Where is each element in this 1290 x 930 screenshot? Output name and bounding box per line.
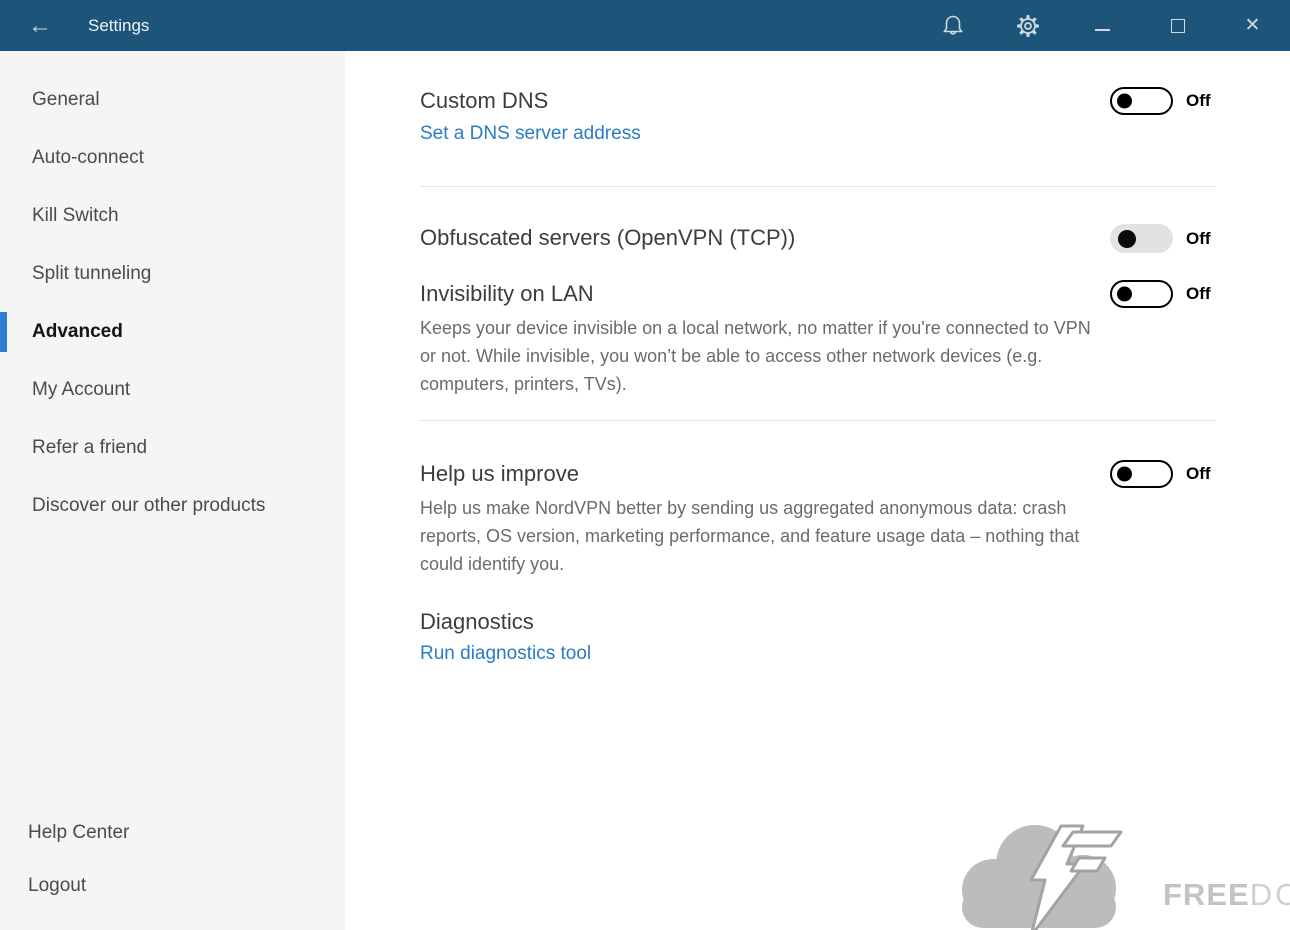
window-title: Settings xyxy=(88,0,915,51)
setting-obfuscated-servers: Obfuscated servers (OpenVPN (TCP)) Off xyxy=(420,223,1216,253)
setting-invisibility-lan: Invisibility on LAN Keeps your device in… xyxy=(420,279,1216,398)
close-icon: ✕ xyxy=(1245,14,1261,37)
obfuscated-servers-title: Obfuscated servers (OpenVPN (TCP)) xyxy=(420,223,1110,253)
maximize-button[interactable] xyxy=(1140,0,1215,51)
sidebar-item-help-center[interactable]: Help Center xyxy=(0,806,345,859)
bell-icon xyxy=(942,14,964,38)
invisibility-lan-state: Off xyxy=(1186,284,1216,304)
custom-dns-title: Custom DNS xyxy=(420,86,1110,116)
setting-diagnostics: Diagnostics Run diagnostics tool xyxy=(420,608,1216,667)
divider xyxy=(420,186,1216,187)
sidebar-item-kill-switch[interactable]: Kill Switch xyxy=(0,187,345,245)
run-diagnostics-link[interactable]: Run diagnostics tool xyxy=(420,641,591,667)
minimize-button[interactable] xyxy=(1065,0,1140,51)
toggle-knob xyxy=(1117,287,1132,302)
titlebar: ← Settings xyxy=(0,0,1290,51)
back-button[interactable]: ← xyxy=(16,0,64,51)
sidebar-item-split-tunneling[interactable]: Split tunneling xyxy=(0,245,345,303)
titlebar-controls: ✕ xyxy=(915,0,1290,51)
settings-button[interactable] xyxy=(990,0,1065,51)
sidebar-item-my-account[interactable]: My Account xyxy=(0,361,345,419)
maximize-icon xyxy=(1171,19,1185,33)
sidebar-footer: Help Center Logout xyxy=(0,806,345,912)
help-us-improve-state: Off xyxy=(1186,464,1216,484)
sidebar-item-auto-connect[interactable]: Auto-connect xyxy=(0,129,345,187)
divider xyxy=(420,420,1216,421)
diagnostics-title: Diagnostics xyxy=(420,608,1216,636)
custom-dns-state: Off xyxy=(1186,91,1216,111)
help-us-improve-title: Help us improve xyxy=(420,459,1110,489)
gear-icon xyxy=(1016,14,1040,38)
minimize-icon xyxy=(1095,29,1110,31)
advanced-settings-panel: Custom DNS Set a DNS server address Off … xyxy=(345,51,1290,930)
sidebar-item-discover-products[interactable]: Discover our other products xyxy=(0,477,345,535)
toggle-knob xyxy=(1118,230,1136,248)
custom-dns-toggle[interactable] xyxy=(1110,87,1173,115)
obfuscated-servers-state: Off xyxy=(1186,229,1216,249)
sidebar-item-advanced[interactable]: Advanced xyxy=(0,303,345,361)
setting-help-us-improve: Help us improve Help us make NordVPN bet… xyxy=(420,459,1216,578)
invisibility-lan-title: Invisibility on LAN xyxy=(420,279,1110,309)
invisibility-lan-toggle[interactable] xyxy=(1110,280,1173,308)
sidebar-item-logout[interactable]: Logout xyxy=(0,859,345,912)
help-us-improve-toggle[interactable] xyxy=(1110,460,1173,488)
help-us-improve-description: Help us make NordVPN better by sending u… xyxy=(420,494,1110,578)
invisibility-lan-description: Keeps your device invisible on a local n… xyxy=(420,314,1110,398)
setting-custom-dns: Custom DNS Set a DNS server address Off xyxy=(420,86,1216,147)
back-arrow-icon: ← xyxy=(28,12,52,40)
sidebar-nav: General Auto-connect Kill Switch Split t… xyxy=(0,51,345,535)
obfuscated-servers-toggle xyxy=(1110,224,1173,253)
sidebar-item-refer-a-friend[interactable]: Refer a friend xyxy=(0,419,345,477)
toggle-knob xyxy=(1117,94,1132,109)
close-button[interactable]: ✕ xyxy=(1215,0,1290,51)
settings-sidebar: General Auto-connect Kill Switch Split t… xyxy=(0,51,345,930)
set-dns-address-link[interactable]: Set a DNS server address xyxy=(420,121,641,147)
toggle-knob xyxy=(1117,467,1132,482)
notifications-button[interactable] xyxy=(915,0,990,51)
sidebar-item-general[interactable]: General xyxy=(0,71,345,129)
